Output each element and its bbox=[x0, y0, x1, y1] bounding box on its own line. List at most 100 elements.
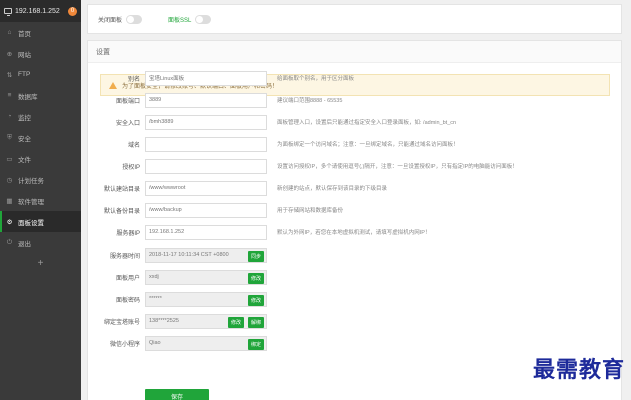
sidebar-item[interactable]: ⊕ 网站 bbox=[0, 43, 81, 64]
settings-input-value: xxdj bbox=[149, 274, 159, 280]
sidebar-item-label: 退出 bbox=[18, 240, 31, 248]
sidebar-item[interactable]: ⚙ 面板设置 bbox=[0, 211, 81, 232]
sidebar-item-icon: ⛨ bbox=[7, 133, 12, 141]
settings-row-label: 默认建站目录 bbox=[103, 186, 140, 193]
settings-row-label: 服务器IP bbox=[116, 230, 140, 237]
sidebar-item-icon: ⏻ bbox=[6, 238, 13, 246]
settings-row: 安全入口/bmh3889 面板管理入口，设置后只能通过指定安全入口登录面板，如: … bbox=[88, 112, 623, 132]
settings-row-hint: 给面板取个别名，用于区分面板 bbox=[277, 76, 355, 82]
sidebar-item[interactable]: ▦ 软件管理 bbox=[0, 190, 81, 211]
settings-input[interactable]: 2018-11-17 10:11:34 CST +0800 同步 bbox=[145, 247, 267, 263]
settings-input[interactable]: /www/backup bbox=[145, 202, 267, 218]
sidebar-item-icon: ⚙ bbox=[6, 218, 13, 226]
settings-input-value: ****** bbox=[149, 296, 162, 302]
settings-row: 域名 为面板绑定一个访问域名；注意：一旦绑定域名，只能通过域名访问面板！ bbox=[88, 134, 623, 154]
settings-input-value: Qiao bbox=[149, 340, 161, 346]
settings-row-button[interactable]: 修改 bbox=[227, 316, 244, 328]
save-button[interactable]: 保存 bbox=[145, 389, 209, 400]
settings-row-label: 绑定宝塔账号 bbox=[103, 319, 140, 326]
settings-input[interactable] bbox=[145, 158, 267, 174]
sidebar-item-label: 监控 bbox=[18, 114, 31, 122]
settings-input[interactable]: /www/wwwroot bbox=[145, 180, 267, 196]
unbind-button[interactable]: 解绑 bbox=[247, 316, 264, 328]
sidebar-item-label: 文件 bbox=[18, 156, 31, 164]
settings-input-value: /www/wwwroot bbox=[149, 185, 186, 191]
settings-input-value: 2018-11-17 10:11:34 CST +0800 bbox=[149, 252, 229, 258]
settings-row: 面板端口 3889 建议端口范围8888 - 65535 bbox=[88, 90, 623, 110]
settings-input[interactable]: ****** 修改 bbox=[145, 291, 267, 307]
settings-input-value: 宝塔Linux面板 bbox=[149, 76, 185, 82]
settings-row-label: 默认备份目录 bbox=[103, 208, 140, 215]
settings-row-label: 微信小程序 bbox=[109, 341, 140, 348]
settings-row-label: 安全入口 bbox=[115, 120, 140, 127]
sidebar-item-label: FTP bbox=[18, 71, 31, 78]
sidebar-item[interactable]: ⌂ 首页 bbox=[0, 22, 81, 43]
sidebar-item-icon: ⇅ bbox=[6, 71, 13, 79]
settings-input[interactable]: 138****2525 修改 解绑 bbox=[145, 313, 267, 329]
settings-row: 面板密码 ****** 修改 bbox=[88, 289, 623, 309]
sidebar-item-label: 网站 bbox=[18, 51, 31, 59]
settings-input[interactable]: Qiao 绑定 bbox=[145, 335, 267, 351]
close-panel-toggle-wrap: 关闭面板 bbox=[98, 14, 143, 24]
settings-input[interactable]: 192.168.1.252 bbox=[145, 224, 267, 240]
settings-row: 默认备份目录/www/backup 用于存储网站和数据库备份 bbox=[88, 200, 623, 220]
close-panel-label: 关闭面板 bbox=[98, 17, 123, 24]
settings-row-hint: 用于存储网站和数据库备份 bbox=[277, 208, 344, 214]
settings-input[interactable] bbox=[145, 136, 267, 152]
sidebar-item-label: 首页 bbox=[18, 30, 31, 38]
sidebar-item-icon: ◔ bbox=[7, 113, 12, 120]
settings-row: 默认建站目录/www/wwwroot 新创建的站点，默认保存到该目录的下级目录 bbox=[88, 178, 623, 198]
settings-row: 服务器时间 2018-11-17 10:11:34 CST +0800 同步 bbox=[88, 245, 623, 265]
settings-row-hint: 建议端口范围8888 - 65535 bbox=[277, 98, 343, 104]
notification-badge[interactable]: 0 bbox=[68, 6, 77, 16]
settings-row-hint: 新创建的站点，默认保存到该目录的下级目录 bbox=[277, 186, 388, 192]
settings-row: 面板用户 xxdj 修改 bbox=[88, 267, 623, 287]
settings-input[interactable]: 宝塔Linux面板 bbox=[145, 70, 267, 86]
sidebar-item[interactable]: ▭ 文件 bbox=[0, 148, 81, 169]
close-panel-toggle[interactable] bbox=[126, 14, 143, 24]
settings-row-label: 域名 bbox=[127, 142, 140, 149]
settings-row-hint: 设置访问授权IP，多个请使用逗号(,)隔开，注意：一旦设置授权IP，只有指定IP… bbox=[277, 164, 518, 170]
settings-row-button[interactable]: 修改 bbox=[247, 272, 264, 284]
sidebar-item[interactable]: ⛨ 安全 bbox=[0, 127, 81, 148]
sidebar-item-label: 软件管理 bbox=[18, 198, 44, 206]
sidebar-item[interactable]: ◔ 监控 bbox=[0, 106, 81, 127]
sidebar: 192.168.1.252 0 ⌂ 首页 ⊕ 网站 ⇅ FTP ≡ 数据库 ◔ 监控 ⛨ 安全 ▭ 文件 ◷… bbox=[0, 0, 81, 400]
settings-input-value: 3889 bbox=[149, 97, 162, 103]
settings-row-label: 面板端口 bbox=[115, 98, 140, 105]
sidebar-item-icon: ◷ bbox=[6, 176, 13, 184]
settings-row-button[interactable]: 修改 bbox=[247, 294, 264, 306]
settings-row-button[interactable]: 同步 bbox=[247, 250, 264, 262]
settings-title: 设置 bbox=[88, 41, 621, 63]
settings-input-value: /www/backup bbox=[149, 207, 182, 213]
settings-row-button[interactable]: 绑定 bbox=[247, 338, 264, 350]
settings-row: 绑定宝塔账号 138****2525 修改 解绑 bbox=[88, 311, 623, 331]
settings-input-value: /bmh3889 bbox=[149, 119, 174, 125]
panel-ssl-toggle-wrap: 面板SSL bbox=[168, 14, 212, 24]
settings-input[interactable]: 3889 bbox=[145, 92, 267, 108]
sidebar-item[interactable]: ◷ 计划任务 bbox=[0, 169, 81, 190]
sidebar-item-label: 计划任务 bbox=[18, 177, 44, 185]
settings-input[interactable]: /bmh3889 bbox=[145, 114, 267, 130]
sidebar-item-label: 安全 bbox=[18, 135, 31, 143]
sidebar-item-label: 数据库 bbox=[18, 93, 38, 101]
settings-input[interactable]: xxdj 修改 bbox=[145, 269, 267, 285]
add-menu-button[interactable]: + bbox=[0, 253, 81, 273]
sidebar-item-icon: ≡ bbox=[7, 92, 12, 99]
sidebar-item[interactable]: ⇅ FTP bbox=[0, 64, 81, 85]
sidebar-item-icon: ▭ bbox=[6, 155, 13, 163]
watermark-logo: 最需教育 bbox=[532, 357, 625, 383]
settings-row: 微信小程序 Qiao 绑定 bbox=[88, 333, 623, 353]
settings-row-hint: 面板管理入口，设置后只能通过指定安全入口登录面板，如: /admin_bt_cn bbox=[277, 120, 457, 126]
settings-input-value: 138****2525 bbox=[149, 318, 179, 324]
sidebar-item[interactable]: ≡ 数据库 bbox=[0, 85, 81, 106]
monitor-icon bbox=[4, 8, 12, 16]
panel-ssl-toggle[interactable] bbox=[195, 14, 212, 24]
settings-row-hint: 为面板绑定一个访问域名；注意：一旦绑定域名，只能通过域名访问面板！ bbox=[277, 142, 459, 148]
sidebar-item[interactable]: ⏻ 退出 bbox=[0, 232, 81, 253]
settings-row: 授权IP 设置访问授权IP，多个请使用逗号(,)隔开，注意：一旦设置授权IP，只有… bbox=[88, 156, 623, 176]
settings-row-label: 面板用户 bbox=[115, 275, 140, 282]
settings-row-label: 授权IP bbox=[122, 164, 140, 171]
settings-row-label: 别名 bbox=[127, 76, 140, 83]
sidebar-item-label: 面板设置 bbox=[18, 219, 44, 227]
